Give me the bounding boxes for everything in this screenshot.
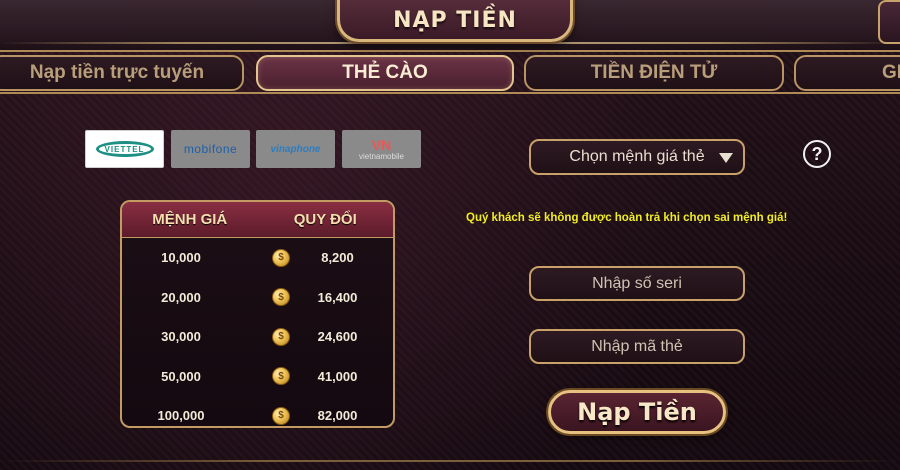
- tab-online-topup[interactable]: Nạp tiền trực tuyến: [0, 55, 244, 91]
- coin-icon: $: [272, 367, 290, 386]
- corner-button[interactable]: [878, 0, 900, 44]
- table-row: 20,000 $ 16,400: [122, 278, 393, 318]
- submit-topup-button[interactable]: Nạp Tiền: [548, 390, 726, 434]
- denomination-value: 50,000: [161, 368, 201, 384]
- bottom-divider: [0, 460, 900, 462]
- rate-table-header: MỆNH GIÁ QUY ĐỔI: [122, 202, 393, 238]
- table-row: 100,000 $ 82,000: [122, 396, 393, 426]
- coin-icon: $: [272, 248, 290, 267]
- carrier-vietnamobile[interactable]: VN vietnamobile: [342, 130, 421, 168]
- denomination-value: 30,000: [161, 329, 201, 345]
- exchange-value: 16,400: [317, 289, 358, 305]
- page-title: NẠP TIỀN: [393, 8, 517, 33]
- vinaphone-logo-text: vinaphone: [270, 143, 321, 155]
- coin-icon: $: [272, 288, 290, 307]
- table-row: 10,000 $ 8,200: [122, 238, 393, 278]
- mobifone-logo-text: mobifone: [183, 142, 238, 156]
- denomination-value: 100,000: [157, 408, 205, 424]
- vietnamobile-logo-text: vietnamobile: [359, 151, 404, 161]
- header-exchange: QUY ĐỔI: [293, 211, 357, 228]
- viettel-logo-text: VIETTEL: [104, 144, 145, 154]
- tab-more[interactable]: GI: [794, 55, 900, 91]
- table-row: 30,000 $ 24,600: [122, 317, 393, 357]
- denomination-select[interactable]: Chọn mệnh giá thẻ: [529, 139, 745, 175]
- coin-icon: $: [272, 406, 290, 425]
- denomination-value: 10,000: [161, 250, 201, 266]
- vietnamobile-logo-icon: VN: [371, 136, 392, 153]
- coin-icon: $: [272, 327, 290, 346]
- serial-input[interactable]: [529, 266, 745, 301]
- exchange-value: 8,200: [321, 250, 354, 266]
- denomination-value: 20,000: [161, 289, 201, 305]
- caret-down-icon: [719, 153, 733, 163]
- tab-e-money[interactable]: TIỀN ĐIỆN TỬ: [524, 55, 784, 91]
- exchange-value: 41,000: [317, 368, 358, 384]
- viettel-logo-icon: VIETTEL: [95, 141, 154, 157]
- help-icon[interactable]: ?: [803, 140, 831, 168]
- title-plate: NẠP TIỀN: [337, 0, 573, 42]
- card-code-input[interactable]: [529, 329, 745, 364]
- exchange-value: 24,600: [317, 329, 358, 345]
- carrier-mobifone[interactable]: mobifone: [171, 130, 250, 168]
- carrier-vinaphone[interactable]: vinaphone: [256, 130, 335, 168]
- warning-notice: Quý khách sẽ không được hoàn trả khi chọ…: [466, 212, 788, 224]
- exchange-value: 82,000: [317, 408, 358, 424]
- header-denomination: MỆNH GIÁ: [152, 211, 228, 228]
- rate-table: MỆNH GIÁ QUY ĐỔI 10,000 $ 8,200 20,000 $…: [120, 200, 395, 428]
- table-row: 50,000 $ 41,000: [122, 357, 393, 397]
- tab-bar: Nạp tiền trực tuyến THẺ CÀO TIỀN ĐIỆN TỬ…: [0, 52, 900, 94]
- carrier-viettel[interactable]: VIETTEL: [85, 130, 164, 168]
- tab-scratch-card[interactable]: THẺ CÀO: [256, 55, 514, 91]
- denomination-select-label: Chọn mệnh giá thẻ: [569, 148, 705, 165]
